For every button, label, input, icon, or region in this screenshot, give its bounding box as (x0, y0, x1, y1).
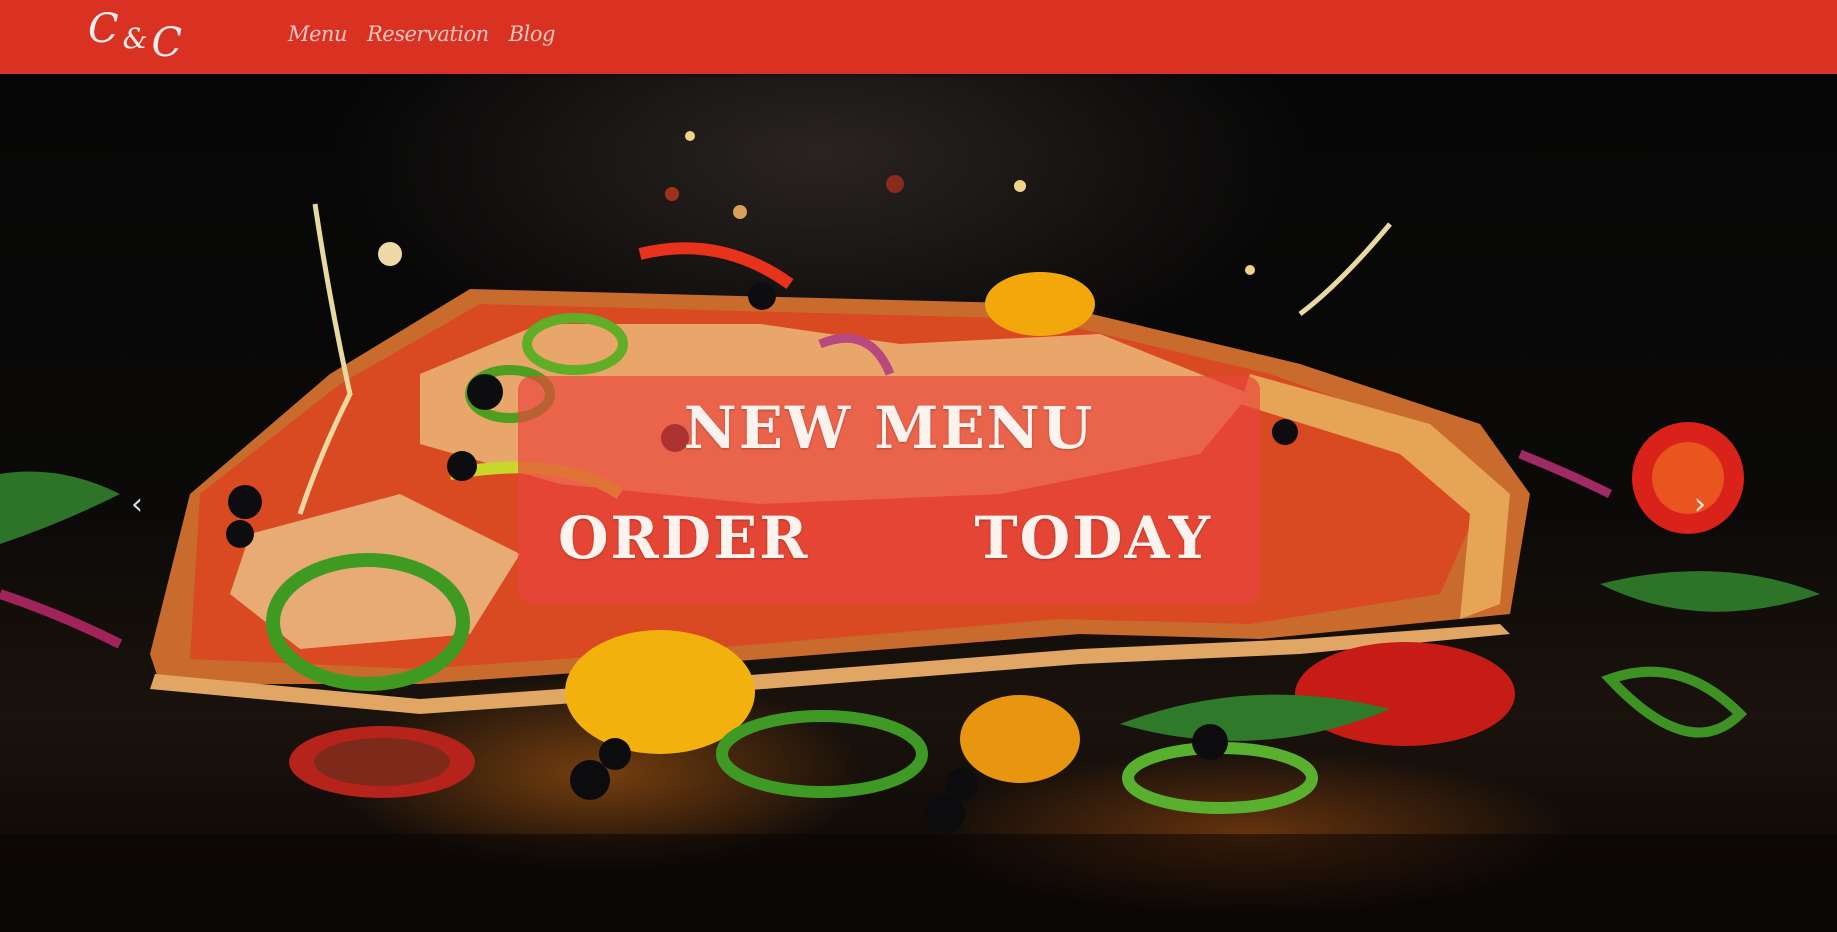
hero-carousel: ‹ › NEW MENU ORDER TODAY (0, 74, 1837, 932)
hero-caption-box: NEW MENU ORDER TODAY (518, 376, 1260, 604)
main-nav: Menu Reservation Blog (288, 22, 555, 46)
nav-link-reservation[interactable]: Reservation (367, 22, 489, 46)
logo-letter-c1: C (88, 6, 119, 52)
caption-new-menu: NEW MENU (683, 394, 1095, 462)
caption-order: ORDER (558, 504, 810, 572)
logo-ampersand: & (122, 21, 148, 55)
brand-logo[interactable]: C & C (88, 4, 182, 66)
chevron-left-icon: ‹ (131, 486, 143, 522)
carousel-next-control[interactable]: › (1670, 474, 1730, 534)
logo-letter-c2: C (151, 20, 183, 66)
carousel-prev-control[interactable]: ‹ (107, 474, 167, 534)
caption-today: TODAY (974, 504, 1212, 572)
nav-link-blog[interactable]: Blog (509, 22, 556, 46)
top-navbar: C & C Menu Reservation Blog (0, 0, 1837, 74)
nav-link-menu[interactable]: Menu (288, 22, 347, 46)
chevron-right-icon: › (1694, 486, 1706, 522)
